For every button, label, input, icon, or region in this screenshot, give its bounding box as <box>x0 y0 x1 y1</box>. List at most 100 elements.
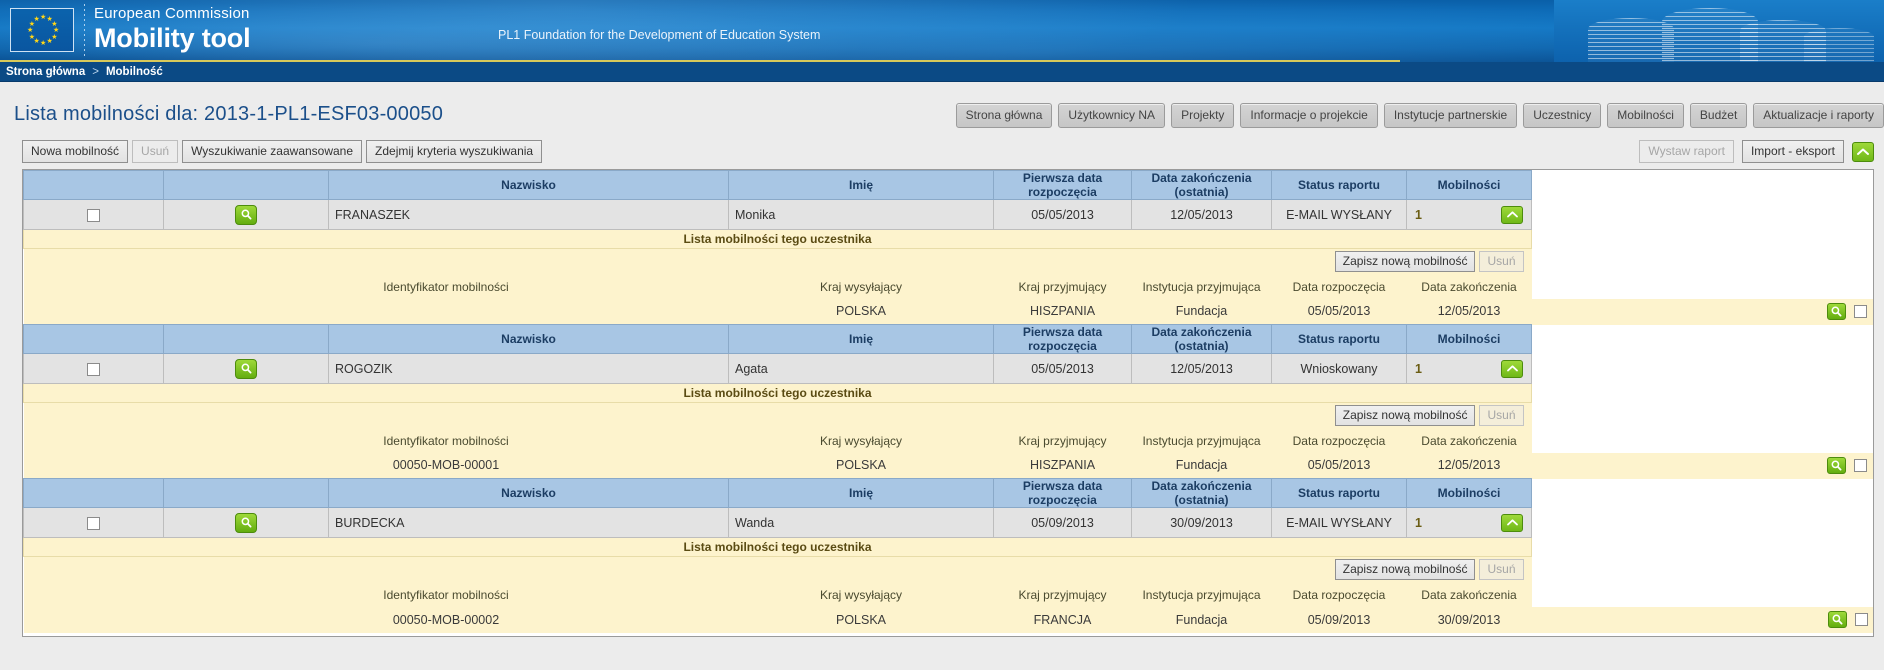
detail-button-zapisz-now-mobilno[interactable]: Zapisz nową mobilność <box>1334 559 1476 581</box>
nav-button-informacje-o-projekcie[interactable]: Informacje o projekcie <box>1240 102 1378 128</box>
column-header-nazwisko: Nazwisko <box>328 170 729 200</box>
detail-cell-end-date: 30/09/2013 <box>1406 606 1532 633</box>
site-banner: ★ ★ ★ ★ ★ ★ ★ ★ ★ ★ ★ ★ European Commission Mobilit… <box>0 0 1884 62</box>
column-header-status-raportu: Status raportu <box>1271 324 1407 354</box>
magnifier-icon[interactable] <box>1827 303 1846 320</box>
detail-column-header-data-rozpocz-cia: Data rozpoczęcia <box>1271 428 1407 453</box>
page-body: Lista mobilności dla: 2013-1-PL1-ESF03-0… <box>0 82 1884 670</box>
breadcrumb: Strona główna > Mobilność <box>0 62 1884 82</box>
nav-button-u-ytkownicy-na[interactable]: Użytkownicy NA <box>1058 102 1166 128</box>
row-checkbox[interactable] <box>87 362 100 376</box>
detail-column-header-kraj-przyjmuj-cy: Kraj przyjmujący <box>993 428 1132 453</box>
nav-button-instytucje-partnerskie[interactable]: Instytucje partnerskie <box>1383 102 1518 128</box>
detail-action-cell: Zapisz nową mobilność Usuń <box>23 402 1532 429</box>
brand-block: European Commission Mobility tool <box>94 5 251 53</box>
detail-cell-receiving-institution: Fundacja <box>1131 298 1272 325</box>
column-header-pierwsza-data-rozpocz-cia: Pierwsza data rozpoczęcia <box>993 170 1132 200</box>
detail-column-header-kraj-wysy-aj-cy: Kraj wysyłający <box>728 428 994 453</box>
cell-surname: FRANASZEK <box>328 199 729 230</box>
detail-button-zapisz-now-mobilno[interactable]: Zapisz nową mobilność <box>1334 405 1476 427</box>
detail-blank-left <box>23 298 164 325</box>
column-header-status-raportu: Status raportu <box>1271 170 1407 200</box>
organisation-name: PL1 Foundation for the Development of Ed… <box>498 28 821 42</box>
cell-surname: ROGOZIK <box>328 353 729 384</box>
detail-cell-receiving-institution: Fundacja <box>1131 606 1272 633</box>
nav-button-projekty[interactable]: Projekty <box>1171 102 1235 128</box>
detail-column-header-identyfikator-mobilno-ci: Identyfikator mobilności <box>163 582 729 607</box>
detail-column-header-row: Identyfikator mobilności Kraj wysyłający K… <box>23 428 1873 453</box>
detail-row-controls <box>1531 452 1873 479</box>
detail-row: 00050-MOB-00001 POLSKA HISZPANIA Fundacja 05… <box>23 452 1873 479</box>
header-blank-select <box>23 170 164 200</box>
table-header-row: Nazwisko Imię Pierwsza data rozpoczęcia Dat… <box>23 170 1873 200</box>
cell-surname: BURDECKA <box>328 507 729 538</box>
expand-row-button[interactable] <box>1501 359 1523 378</box>
row-checkbox[interactable] <box>87 516 100 530</box>
detail-row: 00050-MOB-00002 POLSKA FRANCJA Fundacja 05/0… <box>23 606 1873 633</box>
cell-mobility-count: 1 <box>1406 199 1532 230</box>
cell-report-status: Wnioskowany <box>1271 353 1407 384</box>
detail-end-date-text: 30/09/2013 <box>1437 612 1501 627</box>
detail-cell-sending-country: POLSKA <box>728 452 994 479</box>
detail-cell-start-date: 05/09/2013 <box>1271 606 1407 633</box>
cell-first-start-date: 05/05/2013 <box>993 199 1132 230</box>
detail-blank-left <box>23 428 164 453</box>
nav-button-bud-et[interactable]: Budżet <box>1689 102 1748 128</box>
eu-flag-icon: ★ ★ ★ ★ ★ ★ ★ ★ ★ ★ ★ ★ <box>10 8 74 52</box>
detail-column-header-data-zako-czenia: Data zakończenia <box>1406 274 1532 299</box>
cell-firstname: Wanda <box>728 507 994 538</box>
column-header-status-raportu: Status raportu <box>1271 478 1407 508</box>
nav-button-uczestnicy[interactable]: Uczestnicy <box>1523 102 1602 128</box>
detail-column-header-kraj-przyjmuj-cy: Kraj przyjmujący <box>993 274 1132 299</box>
title-row: Lista mobilności dla: 2013-1-PL1-ESF03-0… <box>0 82 1884 134</box>
breadcrumb-home-link[interactable]: Strona główna <box>6 66 85 78</box>
toolbar-button-usu: Usuń <box>132 140 179 163</box>
toolbar-button-import-eksport[interactable]: Import - eksport <box>1741 140 1844 163</box>
detail-row-checkbox[interactable] <box>1854 613 1868 626</box>
column-header-nazwisko: Nazwisko <box>328 324 729 354</box>
expand-row-button[interactable] <box>1501 205 1523 224</box>
magnifier-icon[interactable] <box>235 204 257 225</box>
detail-row-checkbox[interactable] <box>1854 459 1867 472</box>
cell-report-status: E-MAIL WYSŁANY <box>1271 199 1407 230</box>
nav-button-aktualizacje-i-raporty[interactable]: Aktualizacje i raporty <box>1753 102 1884 128</box>
detail-action-cell: Zapisz nową mobilność Usuń <box>23 556 1532 583</box>
toolbar-button-wystaw-raport: Wystaw raport <box>1639 140 1734 163</box>
magnifier-icon[interactable] <box>235 358 257 379</box>
nav-button-mobilno-ci[interactable]: Mobilności <box>1607 102 1684 128</box>
detail-action-row: Zapisz nową mobilność Usuń <box>23 556 1873 583</box>
nav-button-strona-g-wna[interactable]: Strona główna <box>955 102 1053 128</box>
detail-cell-end-date: 12/05/2013 <box>1406 452 1532 479</box>
magnifier-icon[interactable] <box>1827 457 1846 474</box>
detail-button-zapisz-now-mobilno[interactable]: Zapisz nową mobilność <box>1334 251 1476 273</box>
column-header-imi: Imię <box>728 478 994 508</box>
table-header-row: Nazwisko Imię Pierwsza data rozpoczęcia Dat… <box>23 478 1873 508</box>
magnifier-icon[interactable] <box>235 512 257 533</box>
mobility-table-panel: Nazwisko Imię Pierwsza data rozpoczęcia Dat… <box>22 169 1874 637</box>
page-title: Lista mobilności dla: 2013-1-PL1-ESF03-0… <box>14 102 444 125</box>
collapse-panel-button[interactable] <box>1852 141 1874 162</box>
detail-row-checkbox[interactable] <box>1854 305 1867 318</box>
toolbar-button-nowa-mobilno[interactable]: Nowa mobilność <box>22 140 129 163</box>
detail-cell-mobility-id: 00050-MOB-00001 <box>163 452 729 479</box>
toolbar-button-wyszukiwanie-zaawansowane[interactable]: Wyszukiwanie zaawansowane <box>182 140 363 163</box>
detail-column-header-data-rozpocz-cia: Data rozpoczęcia <box>1271 582 1407 607</box>
detail-cell-end-date: 12/05/2013 <box>1406 298 1532 325</box>
cell-mobility-count: 1 <box>1406 507 1532 538</box>
detail-column-header-kraj-wysy-aj-cy: Kraj wysyłający <box>728 582 994 607</box>
magnifier-icon[interactable] <box>1827 611 1847 628</box>
detail-column-header-instytucja-przyjmuj-ca: Instytucja przyjmująca <box>1131 274 1272 299</box>
column-header-imi: Imię <box>728 324 994 354</box>
cell-first-start-date: 05/05/2013 <box>993 353 1132 384</box>
detail-blank-left <box>23 606 164 633</box>
toolbar-button-zdejmij-kryteria-wyszukiwania[interactable]: Zdejmij kryteria wyszukiwania <box>366 140 543 163</box>
detail-column-header-instytucja-przyjmuj-ca: Instytucja przyjmująca <box>1131 582 1272 607</box>
detail-action-row: Zapisz nową mobilność Usuń <box>23 402 1873 429</box>
cell-last-end-date: 12/05/2013 <box>1131 353 1272 384</box>
detail-column-header-identyfikator-mobilno-ci: Identyfikator mobilności <box>163 428 729 453</box>
detail-column-header-identyfikator-mobilno-ci: Identyfikator mobilności <box>163 274 729 299</box>
row-checkbox[interactable] <box>87 208 100 222</box>
expand-row-button[interactable] <box>1501 513 1523 532</box>
row-detail-cell <box>163 353 329 384</box>
detail-cell-sending-country: POLSKA <box>728 606 994 633</box>
